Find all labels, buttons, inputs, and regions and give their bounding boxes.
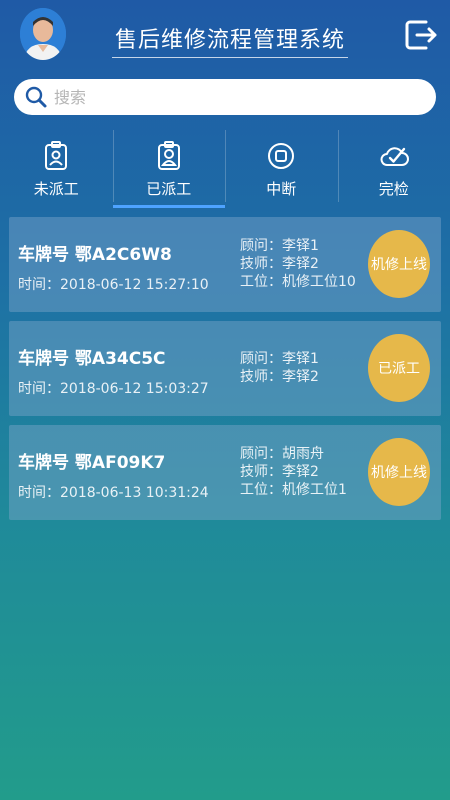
logout-button[interactable] [404, 18, 438, 52]
station-line: 工位：机修工位10 [240, 274, 356, 290]
pause-circle-icon [268, 143, 295, 169]
tab-label: 未派工 [33, 180, 79, 198]
technician-line: 技师：李铎2 [240, 369, 319, 385]
advisor-line: 顾问：胡雨舟 [240, 446, 324, 462]
search-bar[interactable] [14, 79, 436, 115]
repair-order-card[interactable]: 车牌号 鄂AF09K7 时间：2018-06-13 10:31:24 顾问：胡雨… [9, 425, 441, 520]
tab-inspected[interactable]: 完检 [337, 128, 450, 208]
app-title: 售后维修流程管理系统 [112, 22, 348, 58]
tab-interrupted[interactable]: 中断 [225, 128, 338, 208]
repair-order-card[interactable]: 车牌号 鄂A2C6W8 时间：2018-06-12 15:27:10 顾问：李铎… [9, 217, 441, 312]
technician-line: 技师：李铎2 [240, 256, 319, 272]
order-time: 时间：2018-06-12 15:27:10 [18, 277, 209, 293]
order-info: 顾问：胡雨舟 技师：李铎2 工位：机修工位1 [240, 445, 347, 499]
status-badge[interactable]: 已派工 [368, 334, 430, 402]
station-line: 工位：机修工位1 [240, 482, 347, 498]
repair-order-list: 车牌号 鄂A2C6W8 时间：2018-06-12 15:27:10 顾问：李铎… [9, 217, 441, 529]
status-badge[interactable]: 机修上线 [368, 230, 430, 298]
app-header: 售后维修流程管理系统 [0, 0, 450, 72]
tab-label: 已派工 [146, 180, 192, 198]
order-time: 时间：2018-06-13 10:31:24 [18, 485, 209, 501]
status-tabs: 未派工 已派工 中断 完检 [0, 128, 450, 208]
tab-label: 完检 [378, 180, 409, 198]
order-info: 顾问：李铎1 技师：李铎2 工位：机修工位10 [240, 237, 356, 291]
advisor-line: 顾问：李铎1 [240, 351, 319, 367]
advisor-line: 顾问：李铎1 [240, 238, 319, 254]
plate-number: 车牌号 鄂AF09K7 [18, 453, 166, 473]
order-time: 时间：2018-06-12 15:03:27 [18, 381, 209, 397]
technician-line: 技师：李铎2 [240, 464, 319, 480]
tab-dispatched[interactable]: 已派工 [112, 128, 226, 208]
search-input[interactable] [54, 87, 394, 107]
badge-person-icon [157, 141, 180, 170]
plate-number: 车牌号 鄂A2C6W8 [18, 245, 172, 265]
cloud-check-icon [380, 147, 409, 166]
badge-icon [45, 141, 68, 170]
tab-label: 中断 [266, 180, 297, 198]
tab-not-dispatched[interactable]: 未派工 [0, 128, 113, 208]
user-avatar[interactable] [20, 8, 66, 60]
logout-icon [405, 20, 437, 50]
status-badge[interactable]: 机修上线 [368, 438, 430, 506]
search-icon [25, 86, 47, 108]
order-info: 顾问：李铎1 技师：李铎2 [240, 350, 319, 386]
person-portrait-icon [20, 8, 66, 60]
repair-order-card[interactable]: 车牌号 鄂A34C5C 时间：2018-06-12 15:03:27 顾问：李铎… [9, 321, 441, 416]
plate-number: 车牌号 鄂A34C5C [18, 349, 166, 369]
